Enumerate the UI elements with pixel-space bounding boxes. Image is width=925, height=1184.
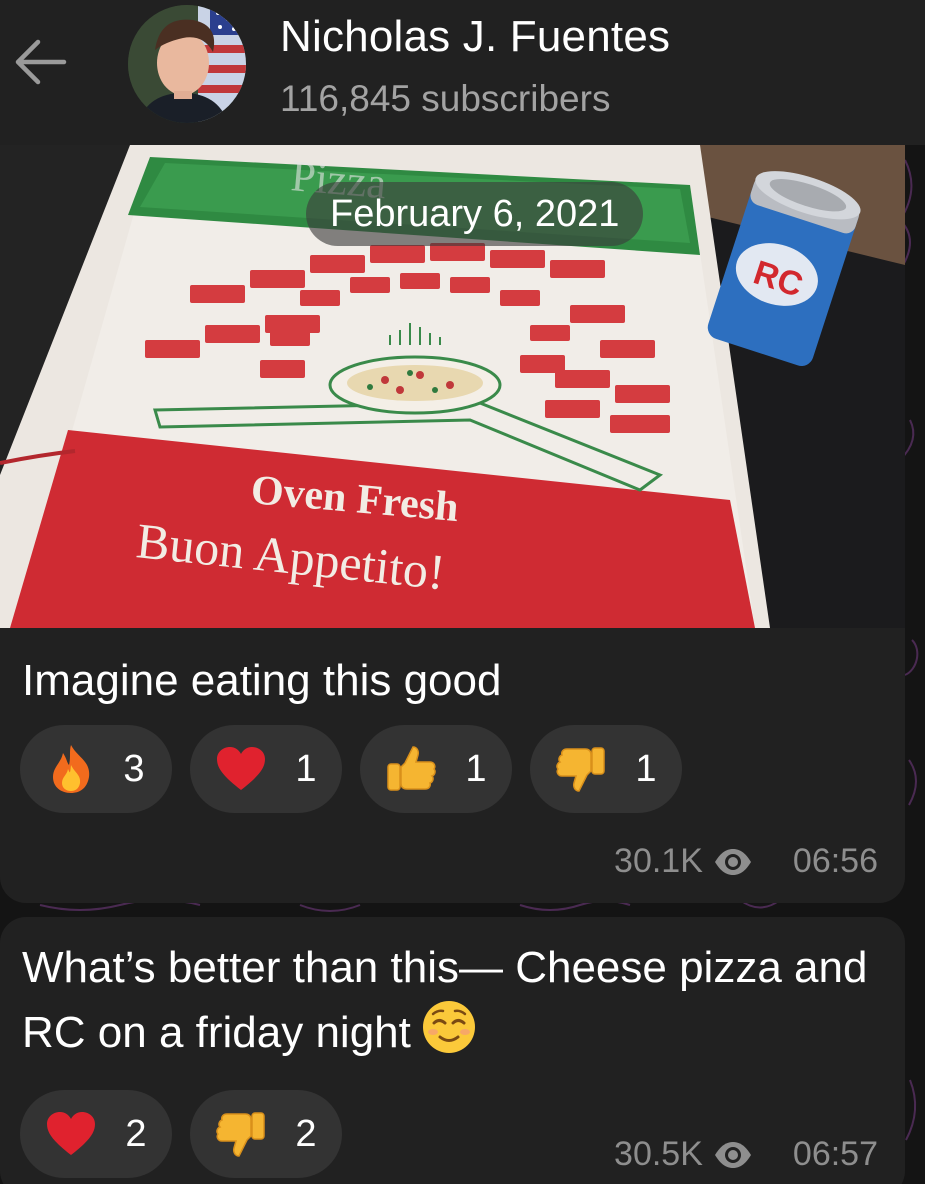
- message-meta: 30.5K 06:57: [614, 1135, 878, 1174]
- subscriber-count: 116,845 subscribers: [280, 78, 611, 119]
- message-card[interactable]: What’s better than this— Cheese pizza an…: [0, 917, 905, 1184]
- reaction-fire[interactable]: 3: [20, 725, 172, 813]
- channel-avatar[interactable]: [128, 5, 246, 123]
- eye-icon: [714, 1141, 751, 1168]
- reaction-count: 2: [125, 1112, 147, 1155]
- view-count: 30.5K: [614, 1135, 703, 1173]
- reaction-count: 3: [123, 747, 145, 790]
- reactions-bar: 2 2: [20, 1090, 342, 1178]
- relieved-face-icon: [421, 999, 477, 1072]
- reaction-thumbs-down[interactable]: 2: [190, 1090, 342, 1178]
- message-text: Imagine eating this good: [22, 656, 502, 705]
- thumbs-up-icon: [387, 746, 437, 791]
- message-time: 06:56: [792, 842, 878, 880]
- view-count: 30.1K: [614, 842, 703, 880]
- channel-header: Nicholas J. Fuentes 116,845 subscribers: [0, 0, 925, 145]
- channel-name[interactable]: Nicholas J. Fuentes: [280, 12, 670, 62]
- red-heart-icon: [47, 1112, 96, 1155]
- fire-icon: [53, 745, 90, 793]
- reaction-heart[interactable]: 2: [20, 1090, 172, 1178]
- reaction-count: 1: [635, 747, 657, 790]
- back-button[interactable]: [8, 30, 72, 94]
- reaction-thumbs-down[interactable]: 1: [530, 725, 682, 813]
- arrow-left-icon: [15, 39, 67, 85]
- date-separator: February 6, 2021: [306, 182, 644, 246]
- eye-icon: [714, 848, 751, 875]
- reactions-bar: 3 1 1 1: [20, 725, 682, 813]
- thumbs-down-icon: [556, 747, 606, 792]
- message-text-block: What’s better than this— Cheese pizza an…: [22, 937, 882, 1072]
- message-card[interactable]: Pizza Oven Fresh Buon Appetito! RC Febru…: [0, 145, 905, 903]
- reaction-thumbs-up[interactable]: 1: [360, 725, 512, 813]
- reaction-count: 1: [295, 747, 317, 790]
- reaction-count: 1: [465, 747, 487, 790]
- red-heart-icon: [217, 747, 266, 790]
- reaction-heart[interactable]: 1: [190, 725, 342, 813]
- message-meta: 30.1K 06:56: [614, 842, 878, 881]
- message-time: 06:57: [792, 1135, 878, 1173]
- thumbs-down-icon: [216, 1112, 266, 1157]
- reaction-count: 2: [295, 1112, 317, 1155]
